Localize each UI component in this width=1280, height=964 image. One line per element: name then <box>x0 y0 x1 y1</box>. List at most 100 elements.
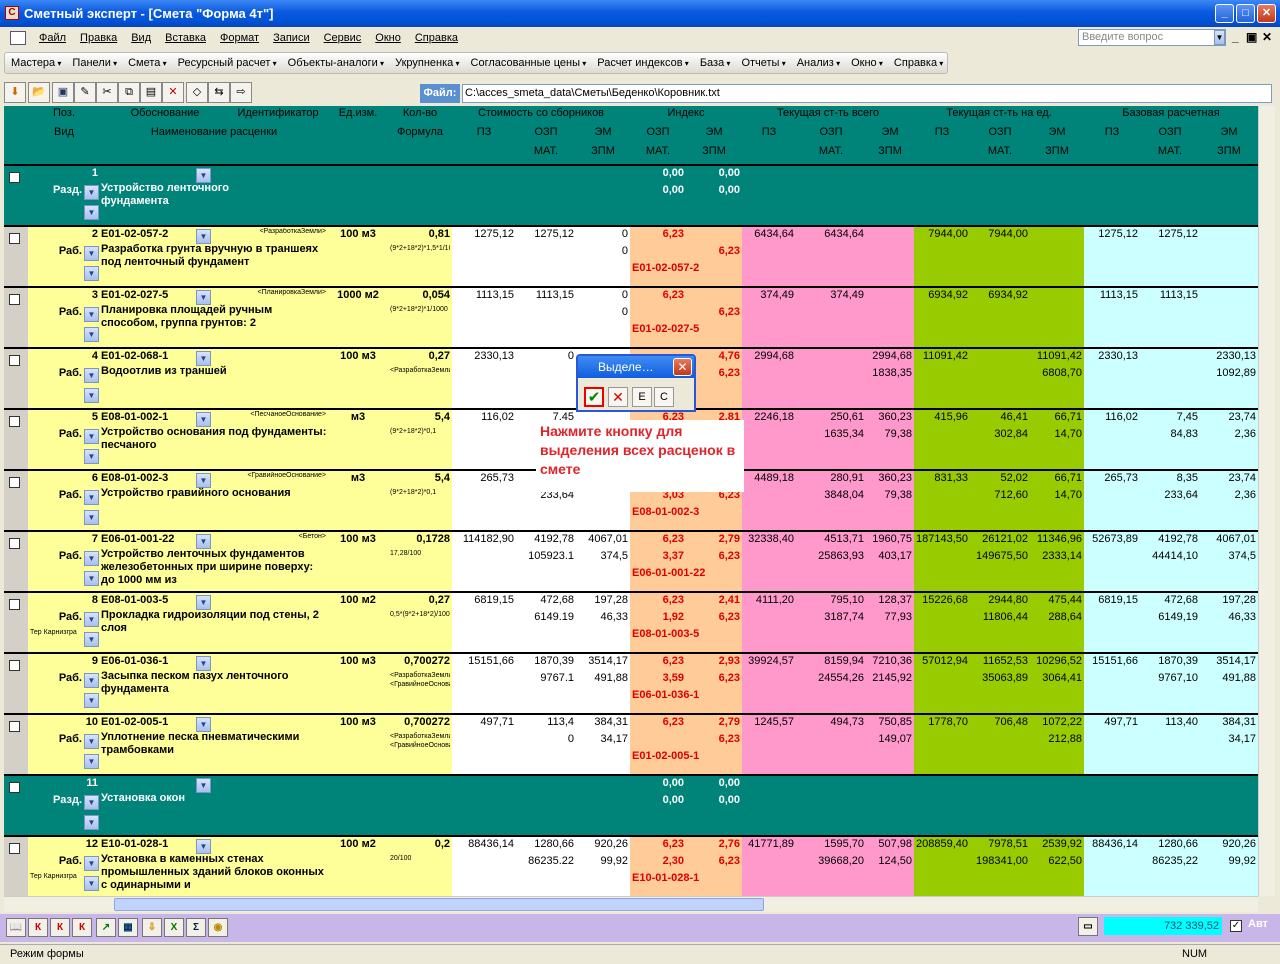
row-checkbox[interactable] <box>9 294 20 305</box>
toolbar-help[interactable]: Справка <box>888 57 948 69</box>
chevron-down-icon[interactable]: ▼ <box>196 412 211 427</box>
maximize-button[interactable]: □ <box>1236 4 1255 23</box>
chevron-down-icon[interactable]: ▼ <box>196 778 211 793</box>
chevron-down-icon[interactable]: ▼ <box>84 612 99 627</box>
k-report-icon-3[interactable]: К <box>72 918 92 937</box>
row-checkbox[interactable] <box>9 355 20 366</box>
auto-checkbox[interactable]: ✓ <box>1230 920 1242 932</box>
toolbar-analysis[interactable]: Анализ <box>791 57 845 69</box>
copy-icon[interactable]: ⧉ <box>118 82 140 103</box>
eraser-icon[interactable]: ◇ <box>186 82 208 103</box>
menu-service[interactable]: Сервис <box>317 32 369 44</box>
chevron-down-icon[interactable]: ▼ <box>196 290 211 305</box>
book-icon[interactable]: 📖 <box>6 918 26 937</box>
toolbar-masters[interactable]: Мастера <box>5 57 66 69</box>
row-checkbox[interactable] <box>9 233 20 244</box>
toolbar-base[interactable]: База <box>694 57 736 69</box>
hscroll-thumb[interactable] <box>114 898 764 911</box>
menu-insert[interactable]: Вставка <box>158 32 213 44</box>
toolbar-window[interactable]: Окно <box>845 57 888 69</box>
chevron-down-icon[interactable]: ▼ <box>196 168 211 183</box>
paste-icon[interactable]: ▤ <box>140 82 162 103</box>
coins-icon[interactable]: ◉ <box>208 918 228 937</box>
dialog-close-button[interactable]: ✕ <box>673 358 692 376</box>
mdi-minimize-button[interactable]: _ <box>1232 30 1239 44</box>
row-checkbox[interactable] <box>9 660 20 671</box>
chevron-down-icon[interactable]: ▼ <box>84 856 99 871</box>
chevron-down-icon[interactable]: ▼ <box>196 839 211 854</box>
chevron-down-icon[interactable]: ▼ <box>84 327 99 342</box>
row-checkbox[interactable] <box>9 477 20 488</box>
row-checkbox[interactable] <box>9 599 20 610</box>
chevron-down-icon[interactable]: ▼ <box>196 595 211 610</box>
chevron-down-icon[interactable]: ▼ <box>84 266 99 281</box>
chevron-down-icon[interactable]: ▼ <box>196 351 211 366</box>
toolbar-panels[interactable]: Панели <box>66 57 122 69</box>
chevron-down-icon[interactable]: ▼ <box>84 734 99 749</box>
chevron-down-icon[interactable]: ▼ <box>84 551 99 566</box>
chevron-down-icon[interactable]: ▼ <box>196 717 211 732</box>
select-c-button[interactable]: C <box>654 387 674 407</box>
toolbar-enlarged[interactable]: Укрупненка <box>389 57 464 69</box>
menu-records[interactable]: Записи <box>266 32 317 44</box>
chevron-down-icon[interactable]: ▼ <box>84 795 99 810</box>
select-e-button[interactable]: E <box>632 387 652 407</box>
file-path-field[interactable]: C:\acces_smeta_data\Сметы\Беденко\Коровн… <box>462 84 1272 103</box>
k-report-icon-1[interactable]: К <box>28 918 48 937</box>
chevron-down-icon[interactable]: ▼ <box>84 449 99 464</box>
chevron-down-icon[interactable]: ▼ <box>196 656 211 671</box>
cut-icon[interactable]: ✂ <box>96 82 118 103</box>
arrow-icon[interactable]: ⇨ <box>230 82 252 103</box>
toolbar-estimate[interactable]: Смета <box>122 57 172 69</box>
mdi-close-button[interactable]: ✕ <box>1262 30 1272 44</box>
mdi-restore-button[interactable]: ▣ <box>1246 30 1257 44</box>
edit-icon[interactable]: ✎ <box>74 82 96 103</box>
chevron-down-icon[interactable]: ▼ <box>84 388 99 403</box>
toolbar-agreed-prices[interactable]: Согласованные цены <box>465 57 592 69</box>
row-checkbox[interactable] <box>9 843 20 854</box>
row-checkbox[interactable] <box>9 172 20 183</box>
chevron-down-icon[interactable]: ▼ <box>1214 30 1225 45</box>
toolbar-reports[interactable]: Отчеты <box>735 57 790 69</box>
chevron-down-icon[interactable]: ▼ <box>84 205 99 220</box>
chevron-down-icon[interactable]: ▼ <box>84 632 99 647</box>
download-icon[interactable]: ⬇ <box>4 82 26 103</box>
chevron-down-icon[interactable]: ▼ <box>84 693 99 708</box>
chevron-down-icon[interactable]: ▼ <box>84 307 99 322</box>
chevron-down-icon[interactable]: ▼ <box>84 368 99 383</box>
row-checkbox[interactable] <box>9 782 20 793</box>
row-checkbox[interactable] <box>9 721 20 732</box>
close-button[interactable]: ✕ <box>1257 4 1276 23</box>
deselect-button[interactable]: ✕ <box>608 387 628 407</box>
row-checkbox[interactable] <box>9 538 20 549</box>
chevron-down-icon[interactable]: ▼ <box>84 185 99 200</box>
delete-icon[interactable]: ✕ <box>162 82 184 103</box>
menu-edit[interactable]: Правка <box>73 32 124 44</box>
chevron-down-icon[interactable]: ▼ <box>84 429 99 444</box>
save-icon[interactable]: ▣ <box>52 82 74 103</box>
horizontal-scrollbar[interactable] <box>4 896 1258 912</box>
chevron-down-icon[interactable]: ▼ <box>84 571 99 586</box>
k-report-icon-2[interactable]: К <box>50 918 70 937</box>
chevron-down-icon[interactable]: ▼ <box>84 876 99 891</box>
minimize-button[interactable]: _ <box>1215 4 1234 23</box>
chevron-down-icon[interactable]: ▼ <box>84 246 99 261</box>
chevron-down-icon[interactable]: ▼ <box>196 473 211 488</box>
mdi-doc-icon[interactable] <box>10 31 26 45</box>
chevron-down-icon[interactable]: ▼ <box>84 815 99 830</box>
ask-question-input[interactable]: Введите вопрос ▼ <box>1078 29 1226 46</box>
chevron-down-icon[interactable]: ▼ <box>196 534 211 549</box>
vertical-scrollbar[interactable] <box>1258 106 1275 896</box>
chevron-down-icon[interactable]: ▼ <box>84 490 99 505</box>
calculator-icon[interactable]: ▭ <box>1078 917 1098 936</box>
menu-view[interactable]: Вид <box>124 32 158 44</box>
menu-help[interactable]: Справка <box>408 32 465 44</box>
select-all-button[interactable]: ✔ <box>584 387 604 407</box>
excel-icon[interactable]: X <box>164 918 184 937</box>
row-checkbox[interactable] <box>9 416 20 427</box>
move-icon[interactable]: ⇆ <box>208 82 230 103</box>
toolbar-index-calc[interactable]: Расчет индексов <box>591 57 694 69</box>
menu-format[interactable]: Формат <box>213 32 266 44</box>
table-icon[interactable]: ▦ <box>118 918 138 937</box>
chevron-down-icon[interactable]: ▼ <box>196 229 211 244</box>
